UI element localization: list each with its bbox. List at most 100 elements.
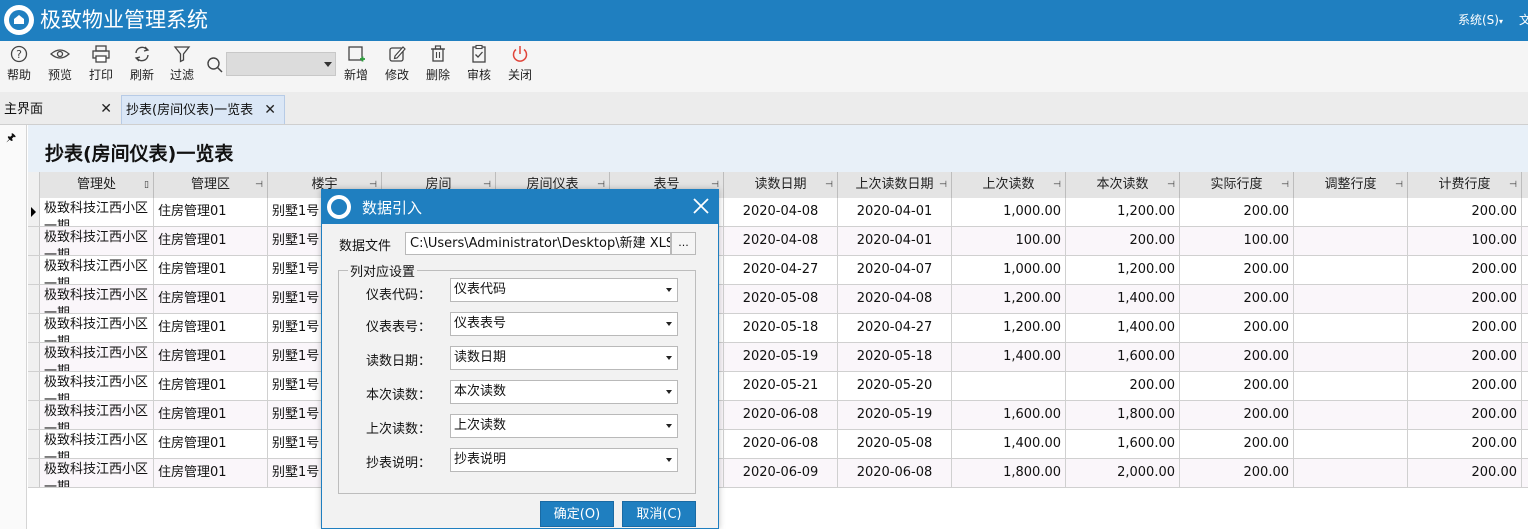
table-cell[interactable]: 1,800.00 xyxy=(952,459,1066,487)
row-selector[interactable] xyxy=(28,314,40,342)
table-cell[interactable]: 极致科技江西小区一期 xyxy=(40,430,154,458)
table-cell[interactable] xyxy=(1294,227,1408,255)
table-cell[interactable] xyxy=(1294,314,1408,342)
table-cell[interactable]: 200.00 xyxy=(1408,314,1522,342)
table-cell[interactable]: 2020-05-18 xyxy=(838,343,952,371)
column-header[interactable]: 本次读数 ⊣ xyxy=(1066,172,1180,198)
table-cell[interactable]: 200.00 xyxy=(1066,227,1180,255)
table-cell[interactable]: 200.00 xyxy=(1408,459,1522,487)
pin-icon[interactable]: 🖈 xyxy=(6,129,16,148)
preview-button[interactable]: 预览 xyxy=(48,44,72,83)
table-cell[interactable]: 住房管理01 xyxy=(154,430,268,458)
table-cell[interactable]: 极致科技江西小区一期 xyxy=(40,372,154,400)
add-button[interactable]: 新增 xyxy=(344,44,368,83)
table-cell[interactable]: 2020-04-08 xyxy=(724,198,838,226)
print-button[interactable]: 打印 xyxy=(89,44,113,83)
table-cell[interactable]: 极致科技江西小区一期 xyxy=(40,401,154,429)
browse-button[interactable]: ... xyxy=(671,232,696,255)
table-cell[interactable]: 2,000.00 xyxy=(1066,459,1180,487)
table-cell[interactable]: 2020-04-27 xyxy=(724,256,838,284)
table-cell[interactable]: 住房管理01 xyxy=(154,198,268,226)
table-row[interactable]: 极致科技江西小区一期住房管理01别墅1号2020-05-182020-04-27… xyxy=(28,314,1528,343)
column-header[interactable]: 上次读数 ⊣ xyxy=(952,172,1066,198)
table-cell[interactable]: 1,800.00 xyxy=(1066,401,1180,429)
column-header[interactable]: 管理区 ⊣ xyxy=(154,172,268,198)
table-cell[interactable]: 200.00 xyxy=(1180,372,1294,400)
table-cell[interactable]: 100.00 xyxy=(1408,227,1522,255)
table-cell[interactable]: 2020-04-01 xyxy=(838,198,952,226)
mapping-select-reading-note[interactable]: 抄表说明 xyxy=(450,448,678,472)
column-pin-icon[interactable]: ⊣ xyxy=(1395,172,1403,198)
table-cell[interactable]: 住房管理01 xyxy=(154,227,268,255)
table-cell[interactable]: 1,400.00 xyxy=(1066,285,1180,313)
table-cell[interactable]: 1,600.00 xyxy=(1066,343,1180,371)
column-pin-icon[interactable]: ⊣ xyxy=(939,172,947,198)
table-cell[interactable]: 住房管理01 xyxy=(154,343,268,371)
table-row[interactable]: 极致科技江西小区一期住房管理01别墅1号2020-05-192020-05-18… xyxy=(28,343,1528,372)
column-header[interactable]: 实际行度 ⊣ xyxy=(1180,172,1294,198)
mapping-select-last-reading[interactable]: 上次读数 xyxy=(450,414,678,438)
table-row[interactable]: 极致科技江西小区一期住房管理01别墅1号2020-05-082020-04-08… xyxy=(28,285,1528,314)
row-selector[interactable] xyxy=(28,459,40,487)
filter-button[interactable]: 过滤 xyxy=(170,44,194,83)
row-selector[interactable] xyxy=(28,256,40,284)
table-row[interactable]: 极致科技江西小区一期住房管理01别墅1号2020-06-082020-05-19… xyxy=(28,401,1528,430)
table-cell[interactable]: 200.00 xyxy=(1180,401,1294,429)
table-cell[interactable]: 极致科技江西小区一期 xyxy=(40,285,154,313)
system-menu[interactable]: 系统(S)▾ xyxy=(1458,11,1503,28)
table-cell[interactable]: 1,000.00 xyxy=(952,256,1066,284)
table-cell[interactable]: 200.00 xyxy=(1180,343,1294,371)
table-cell[interactable]: 200.00 xyxy=(1180,459,1294,487)
search-combo[interactable] xyxy=(226,52,336,76)
table-cell[interactable]: 100.00 xyxy=(1180,227,1294,255)
column-pin-icon[interactable]: ⊣ xyxy=(825,172,833,198)
table-cell[interactable]: 2020-06-09 xyxy=(724,459,838,487)
close-icon[interactable]: ✕ xyxy=(100,95,112,124)
table-cell[interactable]: 1,400.00 xyxy=(952,430,1066,458)
table-cell[interactable]: 1,400.00 xyxy=(952,343,1066,371)
column-pin-icon[interactable]: ⊣ xyxy=(255,172,263,198)
row-selector[interactable] xyxy=(28,401,40,429)
tab-main[interactable]: 主界面 ✕ xyxy=(0,95,120,124)
table-cell[interactable]: 2020-04-08 xyxy=(838,285,952,313)
table-cell[interactable]: 极致科技江西小区一期 xyxy=(40,256,154,284)
table-cell[interactable]: 1,400.00 xyxy=(1066,314,1180,342)
table-row[interactable]: 极致科技江西小区一期住房管理01别墅1号2020-04-082020-04-01… xyxy=(28,198,1528,227)
table-cell[interactable] xyxy=(1294,401,1408,429)
refresh-button[interactable]: 刷新 xyxy=(130,44,154,83)
row-selector[interactable] xyxy=(28,372,40,400)
table-cell[interactable]: 住房管理01 xyxy=(154,256,268,284)
ok-button[interactable]: 确定(O) xyxy=(540,501,614,527)
table-cell[interactable]: 200.00 xyxy=(1180,198,1294,226)
help-button[interactable]: ? 帮助 xyxy=(7,44,31,83)
table-cell[interactable]: 1,200.00 xyxy=(952,314,1066,342)
edit-button[interactable]: 修改 xyxy=(385,44,409,83)
table-cell[interactable]: 200.00 xyxy=(1180,256,1294,284)
table-cell[interactable] xyxy=(1294,459,1408,487)
table-cell[interactable]: 1,200.00 xyxy=(952,285,1066,313)
table-cell[interactable]: 住房管理01 xyxy=(154,372,268,400)
column-header[interactable]: 计费行度 ⊣ xyxy=(1408,172,1522,198)
column-header[interactable]: 管理处 ▯ xyxy=(40,172,154,198)
table-cell[interactable]: 2020-05-21 xyxy=(724,372,838,400)
table-cell[interactable]: 200.00 xyxy=(1408,198,1522,226)
column-pin-icon[interactable]: ⊣ xyxy=(1281,172,1289,198)
row-selector[interactable] xyxy=(28,343,40,371)
table-cell[interactable]: 2020-05-08 xyxy=(838,430,952,458)
file-path-input[interactable]: C:\Users\Administrator\Desktop\新建 XLS 工作… xyxy=(405,232,671,255)
table-cell[interactable]: 极致科技江西小区一期 xyxy=(40,227,154,255)
column-pin-icon[interactable]: ▯ xyxy=(144,172,149,198)
mapping-select-meter-number[interactable]: 仪表表号 xyxy=(450,312,678,336)
table-cell[interactable]: 100.00 xyxy=(952,227,1066,255)
cancel-button[interactable]: 取消(C) xyxy=(622,501,696,527)
mapping-select-meter-code[interactable]: 仪表代码 xyxy=(450,278,678,302)
table-cell[interactable]: 2020-06-08 xyxy=(724,430,838,458)
table-cell[interactable]: 1,600.00 xyxy=(952,401,1066,429)
table-cell[interactable]: 2020-05-08 xyxy=(724,285,838,313)
table-cell[interactable]: 住房管理01 xyxy=(154,459,268,487)
table-cell[interactable] xyxy=(1294,198,1408,226)
column-pin-icon[interactable]: ⊣ xyxy=(1509,172,1517,198)
mapping-select-read-date[interactable]: 读数日期 xyxy=(450,346,678,370)
table-cell[interactable] xyxy=(1294,343,1408,371)
table-cell[interactable]: 2020-05-20 xyxy=(838,372,952,400)
